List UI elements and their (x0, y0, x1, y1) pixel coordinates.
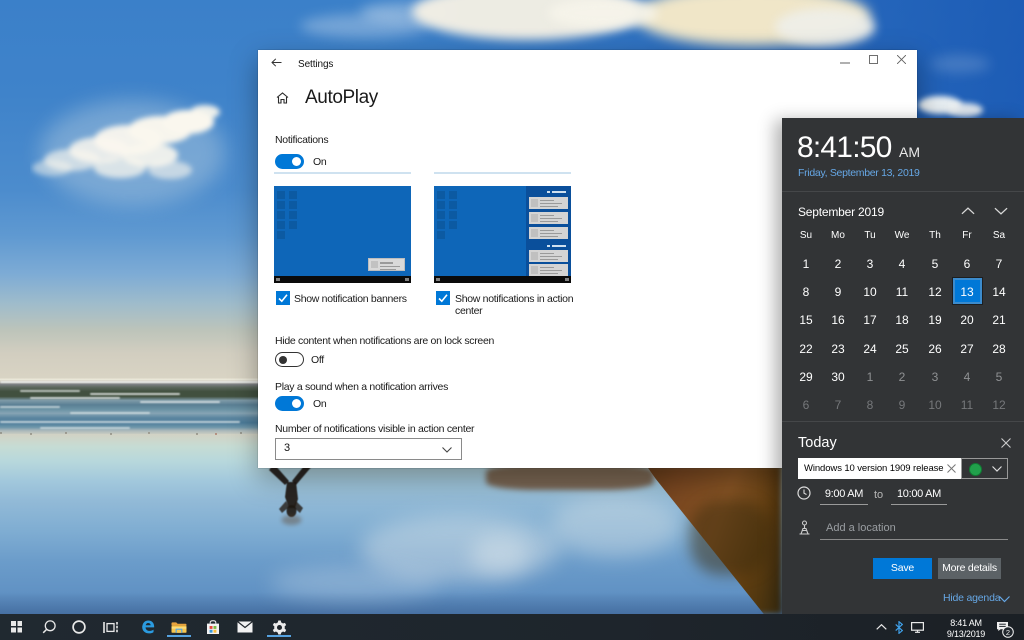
svg-text:2: 2 (1006, 628, 1010, 637)
